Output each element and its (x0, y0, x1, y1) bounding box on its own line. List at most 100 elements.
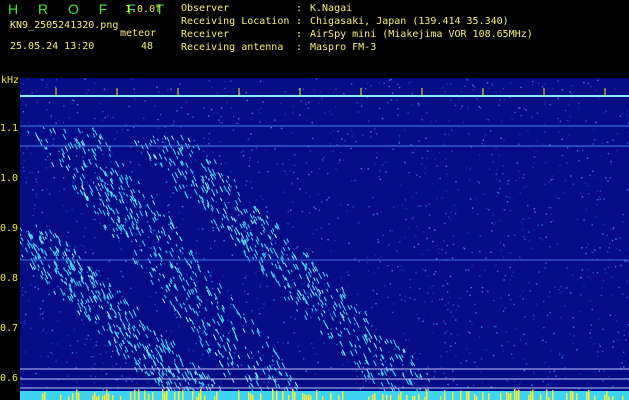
noise-pixel (436, 323, 438, 325)
noise-pixel (265, 206, 268, 208)
noise-pixel (421, 157, 424, 159)
noise-pixel (112, 366, 114, 368)
noise-pixel (523, 333, 525, 336)
echo-streak (208, 323, 211, 327)
noise-pixel (312, 347, 314, 349)
echo-streak (195, 310, 199, 317)
echo-streak (239, 223, 243, 229)
intensity-spike (68, 396, 70, 400)
noise-pixel (486, 82, 489, 84)
noise-pixel (143, 117, 145, 120)
noise-pixel (619, 237, 621, 239)
noise-pixel (90, 375, 92, 377)
noise-pixel (328, 223, 330, 225)
noise-pixel (151, 233, 154, 235)
echo-streak (179, 303, 183, 309)
echo-streak (169, 300, 173, 306)
echo-streak (145, 213, 148, 217)
intensity-spike (162, 389, 164, 400)
echo-streak (284, 276, 288, 282)
noise-pixel (195, 252, 198, 254)
echo-streak (164, 156, 168, 161)
noise-pixel (262, 354, 265, 356)
noise-pixel (427, 275, 429, 277)
noise-pixel (126, 201, 128, 204)
echo-streak (150, 349, 153, 353)
noise-pixel (496, 195, 498, 198)
echo-streak (158, 273, 161, 276)
noise-pixel (396, 205, 398, 208)
noise-pixel (451, 129, 453, 131)
noise-pixel (162, 141, 165, 143)
echo-streak (55, 256, 59, 261)
noise-pixel (523, 108, 525, 110)
noise-pixel (370, 131, 372, 133)
noise-pixel (376, 212, 379, 215)
echo-streak (295, 300, 299, 305)
noise-pixel (538, 83, 540, 85)
echo-streak (187, 381, 190, 386)
intensity-spike (198, 392, 200, 400)
intensity-spike (192, 390, 194, 400)
noise-pixel (533, 208, 536, 210)
noise-pixel (608, 376, 610, 378)
noise-pixel (502, 165, 505, 167)
echo-streak (177, 151, 180, 156)
echo-streak (217, 312, 221, 319)
noise-pixel (86, 92, 88, 94)
echo-streak (332, 305, 337, 312)
noise-pixel (178, 267, 181, 269)
noise-pixel (531, 247, 533, 250)
echo-streak (213, 158, 217, 165)
noise-pixel (445, 376, 447, 379)
noise-pixel (469, 320, 471, 322)
echo-streak (330, 294, 334, 300)
noise-pixel (216, 172, 218, 174)
noise-pixel (76, 220, 78, 223)
intensity-spike (474, 394, 476, 400)
echo-streak (94, 210, 97, 215)
noise-pixel (119, 366, 122, 369)
echo-streak (149, 370, 153, 375)
noise-pixel (208, 355, 210, 357)
noise-pixel (283, 321, 285, 324)
echo-streak (277, 280, 281, 287)
echo-streak (298, 273, 303, 280)
noise-pixel (561, 138, 563, 140)
noise-pixel (405, 348, 407, 350)
echo-streak (149, 139, 153, 144)
noise-pixel (167, 205, 169, 207)
noise-pixel (503, 139, 505, 142)
echo-streak (167, 288, 171, 292)
echo-streak (381, 362, 385, 367)
noise-pixel (191, 363, 193, 365)
noise-pixel (85, 302, 87, 305)
echo-streak (259, 232, 263, 236)
noise-pixel (491, 83, 493, 85)
noise-pixel (621, 362, 623, 364)
noise-pixel (50, 271, 52, 274)
noise-pixel (396, 250, 398, 252)
noise-pixel (487, 119, 489, 121)
noise-pixel (281, 359, 284, 361)
noise-pixel (547, 376, 549, 378)
noise-pixel (280, 249, 283, 251)
noise-pixel (596, 258, 598, 260)
intensity-spike (516, 390, 518, 400)
intensity-spike (304, 394, 306, 400)
noise-pixel (411, 218, 413, 220)
noise-pixel (329, 312, 331, 315)
echo-streak (212, 318, 216, 324)
noise-pixel (243, 290, 246, 292)
noise-pixel (146, 221, 149, 223)
echo-streak (108, 199, 111, 202)
noise-pixel (426, 157, 428, 160)
noise-pixel (573, 335, 575, 337)
echo-streak (371, 378, 376, 385)
noise-pixel (160, 114, 162, 116)
intensity-spike (148, 393, 150, 400)
noise-pixel (23, 159, 25, 162)
echo-streak (384, 340, 387, 345)
noise-pixel (444, 222, 446, 224)
noise-pixel (452, 235, 455, 237)
